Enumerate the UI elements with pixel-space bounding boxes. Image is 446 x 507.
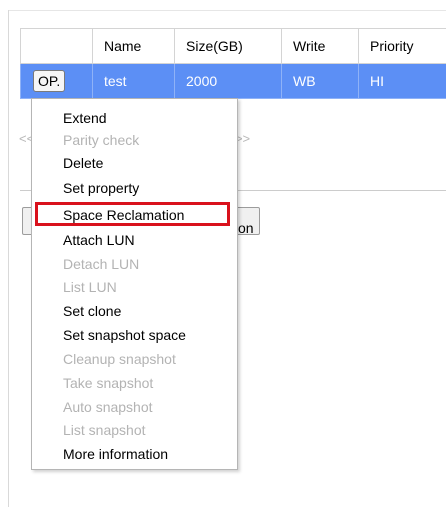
column-header-size[interactable]: Size(GB)	[174, 28, 282, 64]
menu-item-parity-check: Parity check	[63, 132, 140, 148]
menu-item-detach-lun: Detach LUN	[63, 256, 140, 272]
menu-item-more-information[interactable]: More information	[32, 444, 168, 464]
cell-write: WB	[281, 63, 359, 99]
table-row[interactable]: OP. test 2000 WB HI	[20, 63, 446, 99]
background-action-button-label: on	[238, 220, 254, 236]
menu-item-list-snapshot: List snapshot	[63, 422, 146, 438]
op-cell: OP.	[20, 63, 93, 99]
table-header-row: Name Size(GB) Write Priority	[20, 28, 446, 64]
op-button[interactable]: OP.	[33, 70, 66, 92]
cell-name: test	[92, 63, 175, 99]
panel-top-border	[8, 10, 446, 11]
column-header-op	[20, 28, 93, 64]
column-header-name[interactable]: Name	[92, 28, 175, 64]
highlight-box	[35, 202, 230, 226]
menu-item-attach-lun[interactable]: Attach LUN	[32, 230, 135, 250]
menu-item-set-clone[interactable]: Set clone	[32, 301, 121, 321]
menu-item-extend[interactable]: Extend	[32, 108, 107, 128]
column-header-priority[interactable]: Priority	[358, 28, 446, 64]
menu-item-set-property[interactable]: Set property	[32, 178, 139, 198]
cell-priority: HI	[358, 63, 446, 99]
column-header-write[interactable]: Write	[281, 28, 359, 64]
menu-item-take-snapshot: Take snapshot	[63, 375, 154, 391]
panel-left-border	[8, 10, 9, 507]
cell-size: 2000	[174, 63, 282, 99]
menu-item-cleanup-snapshot: Cleanup snapshot	[63, 351, 176, 367]
menu-item-delete[interactable]: Delete	[32, 153, 103, 173]
menu-item-set-snapshot-space[interactable]: Set snapshot space	[32, 325, 186, 345]
menu-item-list-lun: List LUN	[63, 279, 117, 295]
volume-table: Name Size(GB) Write Priority OP. test 20…	[20, 28, 446, 99]
op-context-menu: Extend Parity check Delete Set property …	[31, 98, 238, 470]
menu-item-auto-snapshot: Auto snapshot	[63, 399, 153, 415]
